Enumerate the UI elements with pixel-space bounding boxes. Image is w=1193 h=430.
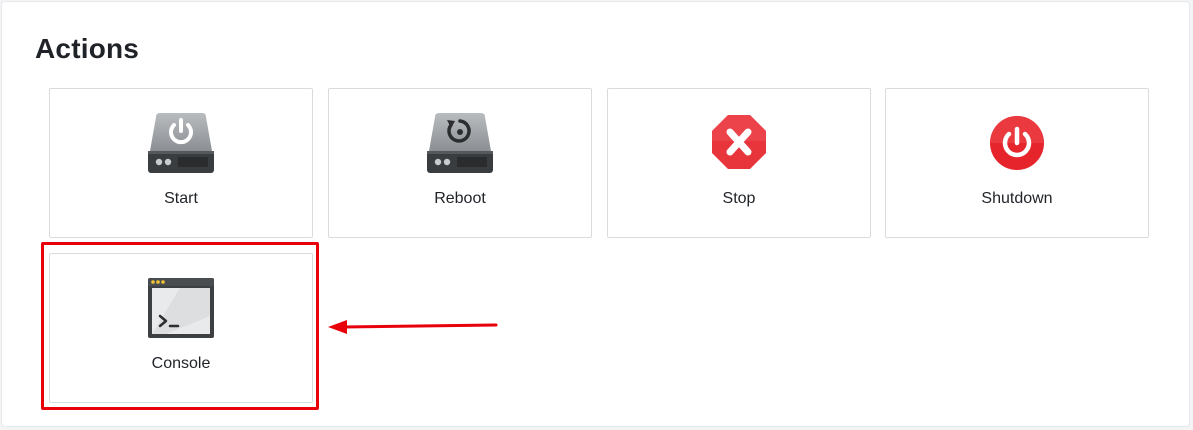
terminal-icon [148,278,214,338]
actions-panel: Actions Start Reboot Stop Shutdown Conso… [1,1,1190,427]
console-button[interactable]: Console [49,253,313,403]
reboot-button[interactable]: Reboot [328,88,592,238]
stop-label: Stop [722,190,756,207]
stop-icon [712,115,766,169]
start-button[interactable]: Start [49,88,313,238]
drive-reboot-icon [427,113,493,173]
power-icon [990,116,1044,170]
reboot-label: Reboot [434,190,486,207]
shutdown-label: Shutdown [981,190,1053,207]
stop-button[interactable]: Stop [607,88,871,238]
console-label: Console [151,355,211,372]
section-title: Actions [35,33,140,64]
drive-power-icon [148,113,214,173]
start-label: Start [164,190,198,207]
shutdown-button[interactable]: Shutdown [885,88,1149,238]
pointer-arrow-icon [328,320,498,334]
